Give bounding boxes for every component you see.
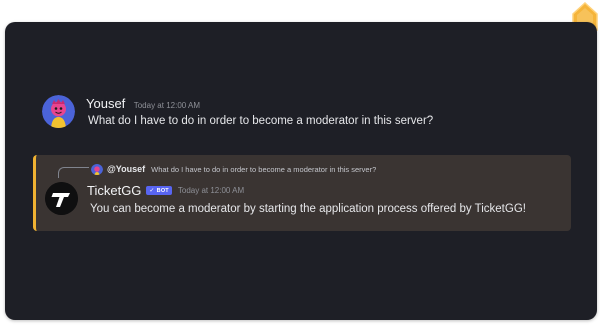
reply-connector [58,167,89,178]
user-avatar-icon [91,164,103,175]
message-content: What do I have to do in order to become … [88,115,434,127]
reply-message-highlighted: @Yousef What do I have to do in order to… [33,155,571,231]
user-avatar-icon [42,95,75,128]
bot-timestamp: Today at 12:00 AM [177,186,245,195]
reply-avatar [91,163,103,175]
checkmark-icon: ✓ [149,188,155,194]
bot-message-content: You can become a moderator by starting t… [90,203,526,215]
reply-reference-author[interactable]: @Yousef [107,164,145,174]
reply-reference-text[interactable]: What do I have to do in order to become … [151,165,376,174]
message-yousef: Yousef Today at 12:00 AM What do I have … [42,95,582,135]
ticketgg-logo-icon [45,182,78,215]
bot-badge: ✓ BOT [146,186,172,195]
bot-badge-label: BOT [156,187,169,194]
bot-author[interactable]: TicketGG [87,183,141,198]
reply-reference[interactable]: @Yousef What do I have to do in order to… [91,163,376,175]
avatar[interactable] [42,95,75,128]
message-author[interactable]: Yousef [86,96,125,111]
message-timestamp: Today at 12:00 AM [133,101,200,110]
bot-avatar[interactable] [45,182,78,215]
